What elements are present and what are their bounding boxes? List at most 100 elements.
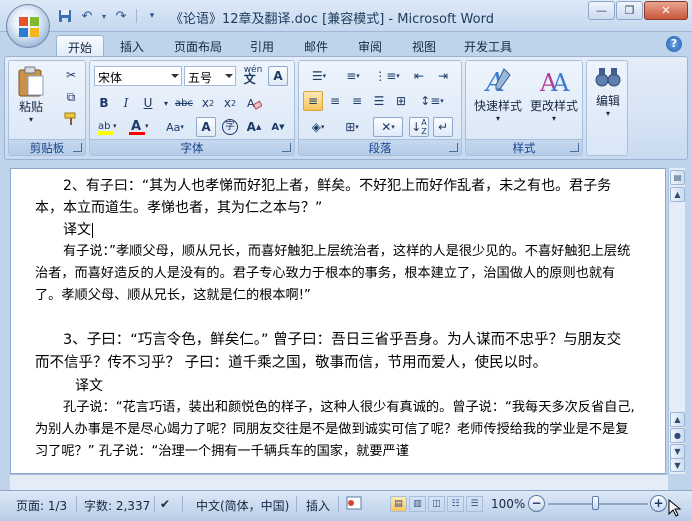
align-center-button[interactable]: ≡ <box>325 91 345 111</box>
character-shading-icon[interactable]: A <box>196 117 216 137</box>
proofing-icon[interactable]: ✔ <box>160 497 170 511</box>
font-color-button[interactable]: A ▾ <box>126 117 154 137</box>
vertical-scrollbar[interactable]: ▤ ▲ ▲ ● ▼ ▼ <box>668 168 685 474</box>
quick-styles-icon: A <box>484 68 511 98</box>
ruler-toggle-icon[interactable]: ▤ <box>670 170 685 185</box>
text-highlight-button[interactable]: ab ▾ <box>94 117 122 137</box>
document-page[interactable]: 2、有子曰：“其为人也孝悌而好犯上者，鲜矣。不好犯上而好作乱者，未之有也。君子务… <box>10 168 666 474</box>
scroll-up-icon[interactable]: ▲ <box>670 187 685 202</box>
editing-label: 编辑 <box>595 94 620 108</box>
font-group: 宋体 五号 wén 文 A B I U ▾ abc x2 x2 A ab ▾ A ▾ … <box>89 60 295 156</box>
bullets-button[interactable]: ☰ ▾ <box>303 66 335 86</box>
document-text[interactable]: 2、有子曰：“其为人也孝悌而好犯上者，鲜矣。不好犯上而好作乱者，未之有也。君子务… <box>35 175 635 463</box>
tab-review[interactable]: 审阅 <box>350 35 390 56</box>
maximize-button[interactable]: ❐ <box>616 1 643 20</box>
help-icon[interactable]: ? <box>666 36 682 52</box>
format-painter-icon[interactable] <box>61 109 81 129</box>
increase-indent-icon[interactable]: ⇥ <box>433 66 453 86</box>
tab-mailings[interactable]: 邮件 <box>296 35 336 56</box>
status-separator <box>182 496 183 512</box>
tab-developer[interactable]: 开发工具 <box>456 35 520 56</box>
italic-button[interactable]: I <box>116 93 136 113</box>
align-right-button[interactable]: ≡ <box>347 91 367 111</box>
zoom-in-button[interactable]: + <box>650 495 667 512</box>
next-page-icon[interactable]: ▼ <box>670 458 685 472</box>
strikethrough-button[interactable]: abc <box>174 93 194 113</box>
phonetic-guide-icon[interactable]: wén 文 <box>242 66 264 86</box>
language-indicator[interactable]: 中文(简体，中国) <box>196 497 289 514</box>
horizontal-scrollbar[interactable] <box>10 474 668 490</box>
underline-dropdown-icon[interactable]: ▾ <box>156 93 176 113</box>
word-count[interactable]: 字数: 2,337 <box>84 497 150 514</box>
customize-qat-icon[interactable]: ▾ <box>143 7 161 25</box>
change-styles-button[interactable]: A A 更改样式 ▾ <box>526 65 582 123</box>
change-styles-icon: A A <box>539 69 570 97</box>
zoom-level[interactable]: 100% <box>491 497 525 511</box>
scroll-up-icon[interactable]: ▲ <box>670 412 685 427</box>
clear-formatting-icon[interactable]: A <box>244 93 264 113</box>
font-name-select[interactable]: 宋体 <box>94 66 182 86</box>
tab-view[interactable]: 视图 <box>404 35 444 56</box>
subscript-button[interactable]: x2 <box>198 93 218 113</box>
justify-button[interactable]: ☰ <box>369 91 389 111</box>
close-button[interactable]: ✕ <box>644 1 688 20</box>
chinese-layout-button[interactable]: ✕ ▾ <box>373 117 403 137</box>
line-spacing-button[interactable]: ↕≡ ▾ <box>417 91 447 111</box>
office-button[interactable] <box>6 4 50 48</box>
outline-view-button[interactable]: ☷ <box>447 496 464 512</box>
distributed-button[interactable]: ⊞ <box>391 91 411 111</box>
full-screen-reading-button[interactable]: ▥ <box>409 496 426 512</box>
insert-mode[interactable]: 插入 <box>306 497 330 514</box>
font-launcher-icon[interactable] <box>282 143 291 152</box>
ruler-strip <box>4 160 688 168</box>
print-layout-view-button[interactable]: ▤ <box>390 496 407 512</box>
show-hide-marks-icon[interactable]: ↵ <box>433 117 453 137</box>
superscript-button[interactable]: x2 <box>220 93 240 113</box>
macro-record-icon[interactable] <box>346 496 362 513</box>
tab-insert[interactable]: 插入 <box>112 35 152 56</box>
decrease-indent-icon[interactable]: ⇤ <box>409 66 429 86</box>
bold-button[interactable]: B <box>94 93 114 113</box>
tab-references[interactable]: 引用 <box>242 35 282 56</box>
numbering-button[interactable]: ≡ ▾ <box>337 66 369 86</box>
zoom-slider-thumb[interactable] <box>592 496 599 510</box>
editing-button[interactable]: 编辑 ▾ <box>589 65 627 118</box>
enclose-characters-icon[interactable]: 字 <box>220 117 240 137</box>
styles-launcher-icon[interactable] <box>570 143 579 152</box>
multilevel-list-button[interactable]: ⋮≡ ▾ <box>371 66 403 86</box>
browse-object-icon[interactable]: ● <box>670 428 685 443</box>
web-layout-button[interactable]: ◫ <box>428 496 445 512</box>
save-icon[interactable] <box>56 7 74 25</box>
cut-icon[interactable]: ✂ <box>61 65 81 85</box>
font-size-select[interactable]: 五号 <box>184 66 236 86</box>
copy-icon[interactable]: ⧉ <box>61 87 81 107</box>
tab-home[interactable]: 开始 <box>56 35 104 56</box>
underline-button[interactable]: U <box>138 93 158 113</box>
clipboard-group: 粘贴 ▾ ✂ ⧉ 剪贴板 <box>8 60 86 156</box>
minimize-button[interactable]: — <box>588 1 615 20</box>
borders-button[interactable]: ⊞ ▾ <box>337 117 367 137</box>
character-border-icon[interactable]: A <box>268 66 288 86</box>
zoom-out-button[interactable]: − <box>528 495 545 512</box>
sort-icon[interactable]: ↓ A Z <box>409 117 429 137</box>
scroll-down-icon[interactable]: ▼ <box>670 444 685 459</box>
paragraph-launcher-icon[interactable] <box>449 143 458 152</box>
paste-button[interactable]: 粘贴 ▾ <box>13 65 49 124</box>
draft-view-button[interactable]: ☰ <box>466 496 483 512</box>
mouse-pointer-icon <box>668 498 682 520</box>
undo-icon[interactable]: ↶ <box>78 7 96 25</box>
page-count[interactable]: 页面: 1/3 <box>16 497 67 514</box>
grow-font-icon[interactable]: A ▲ <box>244 117 264 137</box>
title-bar: ↶ ▾ ↷ ▾ 《论语》12章及翻译.doc [兼容模式] - Microsof… <box>0 0 692 32</box>
clipboard-launcher-icon[interactable] <box>73 143 82 152</box>
undo-dropdown-icon[interactable]: ▾ <box>100 7 108 25</box>
quick-styles-button[interactable]: A 快速样式 ▾ <box>470 65 526 123</box>
tab-page-layout[interactable]: 页面布局 <box>166 35 230 56</box>
shrink-font-icon[interactable]: A ▼ <box>268 117 288 137</box>
align-left-button[interactable]: ≡ <box>303 91 323 111</box>
change-case-button[interactable]: Aa ▾ <box>160 117 190 137</box>
chevron-down-icon: ▾ <box>495 114 500 123</box>
shading-button[interactable]: ◈ ▾ <box>303 117 333 137</box>
redo-icon[interactable]: ↷ <box>112 7 130 25</box>
